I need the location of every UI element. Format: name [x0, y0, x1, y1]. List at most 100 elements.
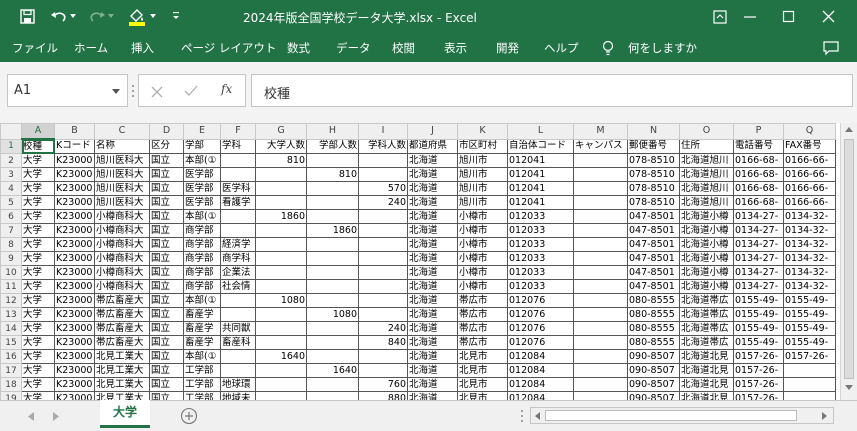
cell[interactable]: 0134-27-: [733, 237, 784, 252]
enter-icon[interactable]: [184, 85, 198, 97]
cell[interactable]: K23000: [54, 237, 95, 252]
cell[interactable]: 078-8510: [627, 181, 680, 196]
cell[interactable]: 北見工業大: [94, 377, 150, 392]
cell[interactable]: [358, 279, 408, 294]
cell[interactable]: 012033: [507, 265, 574, 280]
cell[interactable]: [573, 391, 628, 400]
cell[interactable]: 北海道: [407, 265, 458, 280]
cell[interactable]: 国立: [149, 223, 184, 238]
cell[interactable]: 0134-27-: [733, 209, 784, 224]
row-header[interactable]: 8: [0, 237, 22, 252]
cell[interactable]: K23000: [54, 223, 95, 238]
cell[interactable]: 北見市: [457, 363, 508, 378]
cell[interactable]: 名称: [94, 138, 150, 154]
cell[interactable]: 大学: [21, 349, 55, 364]
cell[interactable]: 本部(①: [183, 209, 221, 224]
cell[interactable]: 880: [358, 391, 408, 400]
cell[interactable]: 北海道: [407, 167, 458, 182]
cell[interactable]: 北海道: [407, 307, 458, 322]
cell[interactable]: 090-8507: [627, 391, 680, 400]
cell[interactable]: 0134-32-: [783, 265, 836, 280]
cell[interactable]: [255, 391, 307, 400]
redo-dropdown-icon[interactable]: [108, 14, 116, 20]
fill-dropdown-icon[interactable]: [150, 14, 158, 20]
cell[interactable]: 北海道: [407, 391, 458, 400]
row-header[interactable]: 1: [0, 138, 22, 154]
cell[interactable]: 国立: [149, 307, 184, 322]
cell[interactable]: 国立: [149, 181, 184, 196]
row-header[interactable]: 14: [0, 321, 22, 336]
cell[interactable]: 0134-32-: [783, 223, 836, 238]
cell[interactable]: 帯広市: [457, 321, 508, 336]
cell[interactable]: K23000: [54, 321, 95, 336]
cell[interactable]: 0166-66-: [783, 195, 836, 210]
cell[interactable]: 学科: [220, 138, 256, 154]
cell[interactable]: [573, 307, 628, 322]
cell[interactable]: 大学: [21, 237, 55, 252]
cell[interactable]: 大学: [21, 195, 55, 210]
tab-insert[interactable]: 挿入: [131, 40, 154, 56]
row-header[interactable]: 12: [0, 293, 22, 308]
minimize-icon[interactable]: [743, 10, 757, 24]
row-header[interactable]: 5: [0, 195, 22, 210]
cell[interactable]: 012041: [507, 167, 574, 182]
cell[interactable]: 工学部: [183, 391, 221, 400]
cell[interactable]: 地球環: [220, 377, 256, 392]
cell[interactable]: 北海道: [407, 195, 458, 210]
cell[interactable]: K23000: [54, 293, 95, 308]
cell[interactable]: 北海道帯広: [679, 293, 734, 308]
cell[interactable]: 大学: [21, 307, 55, 322]
cell[interactable]: 1860: [255, 209, 307, 224]
cell[interactable]: 工学部: [183, 363, 221, 378]
cell[interactable]: [255, 335, 307, 350]
cell[interactable]: [306, 265, 359, 280]
cell[interactable]: キャンパス: [573, 138, 628, 154]
cell[interactable]: 国立: [149, 293, 184, 308]
cell[interactable]: 0134-32-: [783, 237, 836, 252]
cell[interactable]: [358, 265, 408, 280]
cell[interactable]: 0157-26-: [783, 349, 836, 364]
cell[interactable]: [220, 293, 256, 308]
cell[interactable]: 090-8507: [627, 349, 680, 364]
cell[interactable]: [220, 153, 256, 168]
cell[interactable]: 大学: [21, 251, 55, 266]
cell[interactable]: 1640: [306, 363, 359, 378]
cell[interactable]: 北海道帯広: [679, 335, 734, 350]
cell[interactable]: 国立: [149, 251, 184, 266]
cell[interactable]: 078-8510: [627, 195, 680, 210]
cell[interactable]: 北見工業大: [94, 349, 150, 364]
cell[interactable]: 大学: [21, 377, 55, 392]
cell[interactable]: 北海道旭川: [679, 153, 734, 168]
cell[interactable]: 012076: [507, 293, 574, 308]
cell[interactable]: 看護学: [220, 195, 256, 210]
cell[interactable]: 047-8501: [627, 209, 680, 224]
cell[interactable]: 0134-32-: [783, 279, 836, 294]
cell[interactable]: [306, 377, 359, 392]
cell[interactable]: 北見市: [457, 391, 508, 400]
cell[interactable]: 0157-26-: [733, 349, 784, 364]
cell[interactable]: 小樽市: [457, 279, 508, 294]
cell[interactable]: [306, 153, 359, 168]
tell-me-input[interactable]: 何をしますか: [628, 40, 697, 56]
column-header[interactable]: M: [573, 123, 628, 140]
cell[interactable]: 047-8501: [627, 251, 680, 266]
cell[interactable]: 帯広市: [457, 335, 508, 350]
cell[interactable]: 国立: [149, 321, 184, 336]
column-header[interactable]: L: [507, 123, 574, 140]
cell[interactable]: 旭川市: [457, 167, 508, 182]
cell[interactable]: K23000: [54, 363, 95, 378]
column-header[interactable]: A: [21, 123, 55, 140]
cell[interactable]: 大学: [21, 391, 55, 400]
column-header[interactable]: Q: [783, 123, 836, 140]
cell[interactable]: 北海道: [407, 279, 458, 294]
cell[interactable]: [358, 349, 408, 364]
cell[interactable]: [255, 265, 307, 280]
cell[interactable]: 北海道: [407, 293, 458, 308]
cell[interactable]: [306, 279, 359, 294]
cell[interactable]: K23000: [54, 251, 95, 266]
row-header[interactable]: 13: [0, 307, 22, 322]
cell[interactable]: 旭川医科大: [94, 181, 150, 196]
add-sheet-icon[interactable]: [180, 407, 198, 425]
row-header[interactable]: 7: [0, 223, 22, 238]
cell[interactable]: 大学人数: [255, 138, 307, 154]
